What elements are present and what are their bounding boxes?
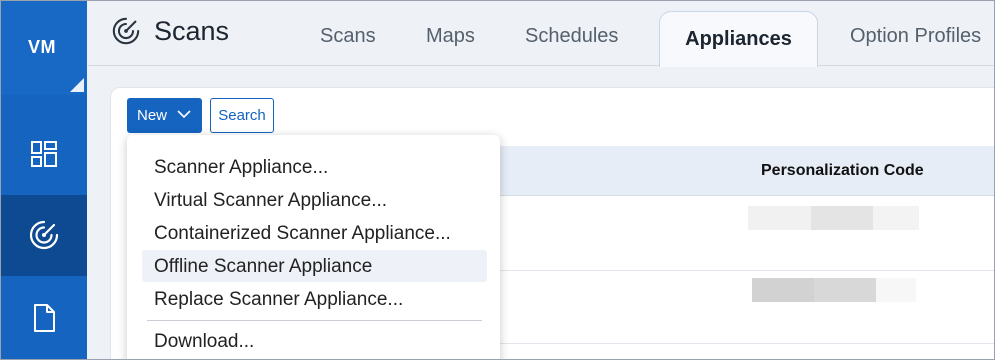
table-row-divider (498, 270, 994, 271)
menu-item-scanner-appliance[interactable]: Scanner Appliance... (154, 157, 328, 179)
menu-item-replace-scanner-appliance[interactable]: Replace Scanner Appliance... (154, 289, 403, 311)
search-button-label: Search (218, 107, 266, 124)
dashboard-icon (31, 141, 57, 167)
scans-radar-icon (29, 220, 59, 250)
redacted-code-1c (873, 206, 919, 230)
nav-item-dashboard[interactable] (1, 114, 87, 195)
new-dropdown-menu: Scanner Appliance... Virtual Scanner App… (127, 135, 500, 359)
menu-item-download[interactable]: Download... (154, 331, 254, 353)
chevron-down-icon (177, 110, 191, 119)
menu-item-containerized-scanner-appliance[interactable]: Containerized Scanner Appliance... (154, 223, 451, 245)
nav-item-scans[interactable] (1, 195, 87, 276)
redacted-code-2c (876, 278, 916, 302)
menu-item-offline-scanner-appliance[interactable]: Offline Scanner Appliance (154, 256, 372, 278)
app-logo-text: VM (28, 37, 56, 57)
document-icon (34, 304, 55, 332)
tab-scans[interactable]: Scans (320, 25, 376, 48)
app-window: VM Scans Scans Maps Schedules Appliances… (0, 0, 995, 360)
menu-divider (147, 320, 482, 321)
tab-maps[interactable]: Maps (426, 25, 475, 48)
redacted-code-1b (811, 206, 873, 230)
tab-appliances[interactable]: Appliances (659, 11, 818, 67)
table-row-divider (498, 343, 994, 344)
app-switcher[interactable]: VM (1, 1, 87, 95)
redacted-code-2a (752, 278, 814, 302)
page-title: Scans (154, 16, 230, 46)
scans-radar-icon (112, 17, 140, 45)
redacted-code-1a (748, 206, 811, 230)
search-button[interactable]: Search (210, 98, 274, 133)
menu-item-virtual-scanner-appliance[interactable]: Virtual Scanner Appliance... (154, 190, 387, 212)
column-header-personalization-code[interactable]: Personalization Code (761, 162, 924, 180)
redacted-code-2b (814, 278, 876, 302)
left-nav-rail: VM (1, 1, 87, 359)
table-header: Personalization Code (498, 146, 994, 196)
nav-item-reports[interactable] (1, 278, 87, 359)
tab-appliances-label: Appliances (685, 28, 792, 50)
new-button-label: New (137, 107, 168, 124)
tab-schedules[interactable]: Schedules (525, 25, 618, 48)
new-button[interactable]: New (127, 98, 202, 133)
app-switcher-corner-icon (70, 78, 84, 92)
tab-option-profiles[interactable]: Option Profiles (850, 25, 981, 48)
page-header: Scans Scans Maps Schedules Appliances Op… (88, 1, 994, 67)
